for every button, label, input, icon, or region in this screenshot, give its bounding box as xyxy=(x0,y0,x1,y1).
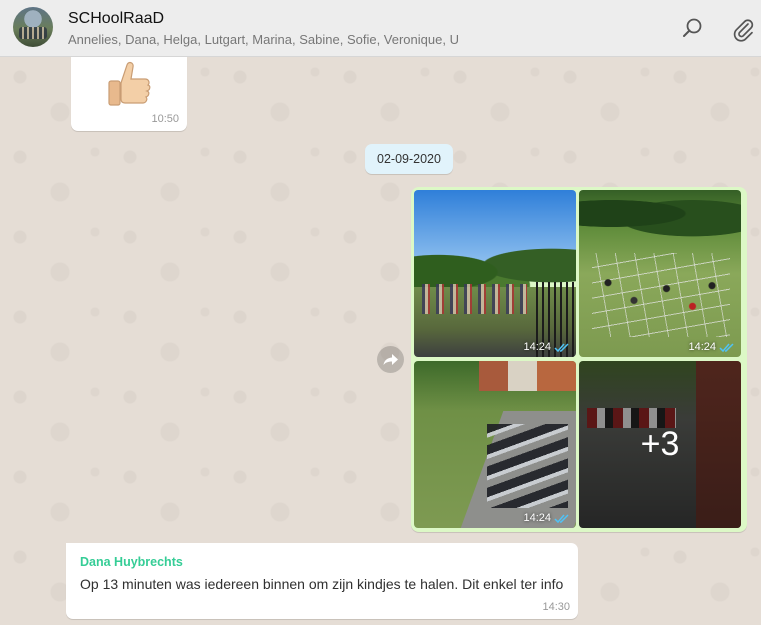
date-divider: 02-09-2020 xyxy=(365,144,453,174)
message-time: 14:30 xyxy=(542,601,570,613)
chat-header: SCHoolRaaD Annelies, Dana, Helga, Lutgar… xyxy=(0,0,761,57)
chat-title[interactable]: SCHoolRaaD xyxy=(68,10,164,28)
album-photo[interactable]: 14:24 xyxy=(414,190,576,357)
double-check-icon xyxy=(719,342,734,352)
photo-time: 14:24 xyxy=(523,341,570,353)
chat-area[interactable]: 10:50 02-09-2020 14:24 14:24 14:24 +3 Da… xyxy=(0,57,761,625)
photo-time: 14:24 xyxy=(523,512,570,524)
thumbs-up-icon xyxy=(105,59,153,111)
album-photo[interactable]: 14:24 xyxy=(414,361,576,528)
sticker-message[interactable]: 10:50 xyxy=(71,57,187,131)
group-avatar[interactable] xyxy=(13,7,53,47)
text-message[interactable]: Dana Huybrechts Op 13 minuten was iedere… xyxy=(66,543,578,619)
paperclip-icon[interactable] xyxy=(730,16,756,42)
album-more-photos[interactable]: +3 xyxy=(579,361,741,528)
message-text: Op 13 minuten was iedereen binnen om zij… xyxy=(80,576,564,592)
photo-time-label: 14:24 xyxy=(523,512,551,524)
search-icon[interactable] xyxy=(680,16,706,42)
double-check-icon xyxy=(554,513,569,523)
more-photos-count: +3 xyxy=(640,425,680,463)
photo-time-label: 14:24 xyxy=(523,341,551,353)
album-photo[interactable]: 14:24 xyxy=(579,190,741,357)
double-check-icon xyxy=(554,342,569,352)
message-time: 10:50 xyxy=(151,113,179,125)
chat-members[interactable]: Annelies, Dana, Helga, Lutgart, Marina, … xyxy=(68,32,459,47)
photo-time: 14:24 xyxy=(688,341,735,353)
photo-time-label: 14:24 xyxy=(688,341,716,353)
sender-name[interactable]: Dana Huybrechts xyxy=(80,555,183,569)
forward-icon[interactable] xyxy=(377,346,404,373)
photo-album[interactable]: 14:24 14:24 14:24 +3 xyxy=(411,187,747,532)
